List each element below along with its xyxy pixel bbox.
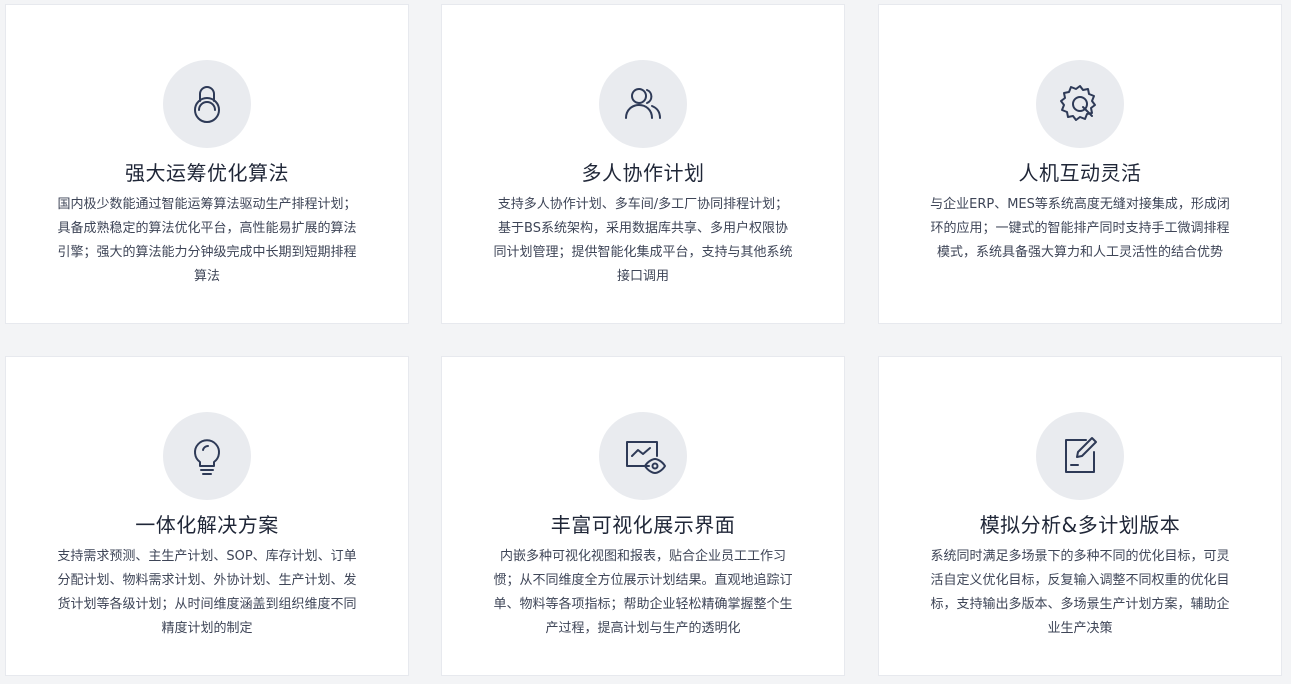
card-title: 强大运筹优化算法 [125, 161, 289, 185]
feature-card-interaction: 人机互动灵活 与企业ERP、MES等系统高度无缝对接集成，形成闭环的应用；一键式… [878, 4, 1282, 324]
card-title: 一体化解决方案 [135, 513, 279, 537]
feature-card-integrated-solution: 一体化解决方案 支持需求预测、主生产计划、SOP、库存计划、订单分配计划、物料需… [5, 356, 409, 676]
card-title: 丰富可视化展示界面 [550, 513, 736, 537]
feature-card-visualization: 丰富可视化展示界面 内嵌多种可视化视图和报表，贴合企业员工工作习惯；从不同维度全… [441, 356, 845, 676]
gear-icon [1036, 60, 1124, 148]
lightbulb-icon [163, 412, 251, 500]
feature-card-optimization: 强大运筹优化算法 国内极少数能通过智能运筹算法驱动生产排程计划；具备成熟稳定的算… [5, 4, 409, 324]
card-title: 多人协作计划 [581, 161, 705, 185]
card-description: 内嵌多种可视化视图和报表，贴合企业员工工作习惯；从不同维度全方位展示计划结果。直… [493, 549, 793, 636]
users-icon [599, 60, 687, 148]
edit-document-icon [1036, 412, 1124, 500]
lock-icon [163, 60, 251, 148]
card-description: 与企业ERP、MES等系统高度无缝对接集成，形成闭环的应用；一键式的智能排产同时… [930, 197, 1230, 260]
card-description: 系统同时满足多场景下的多种不同的优化目标，可灵活自定义优化目标，反复输入调整不同… [930, 549, 1230, 636]
card-description: 支持需求预测、主生产计划、SOP、库存计划、订单分配计划、物料需求计划、外协计划… [57, 549, 357, 636]
card-description: 支持多人协作计划、多车间/多工厂协同排程计划；基于BS系统架构，采用数据库共享、… [493, 197, 793, 284]
feature-card-collaboration: 多人协作计划 支持多人协作计划、多车间/多工厂协同排程计划；基于BS系统架构，采… [441, 4, 845, 324]
feature-card-simulation: 模拟分析&多计划版本 系统同时满足多场景下的多种不同的优化目标，可灵活自定义优化… [878, 356, 1282, 676]
card-title: 模拟分析&多计划版本 [979, 513, 1181, 537]
monitor-eye-icon [599, 412, 687, 500]
card-description: 国内极少数能通过智能运筹算法驱动生产排程计划；具备成熟稳定的算法优化平台，高性能… [57, 197, 357, 284]
card-title: 人机互动灵活 [1018, 161, 1142, 185]
